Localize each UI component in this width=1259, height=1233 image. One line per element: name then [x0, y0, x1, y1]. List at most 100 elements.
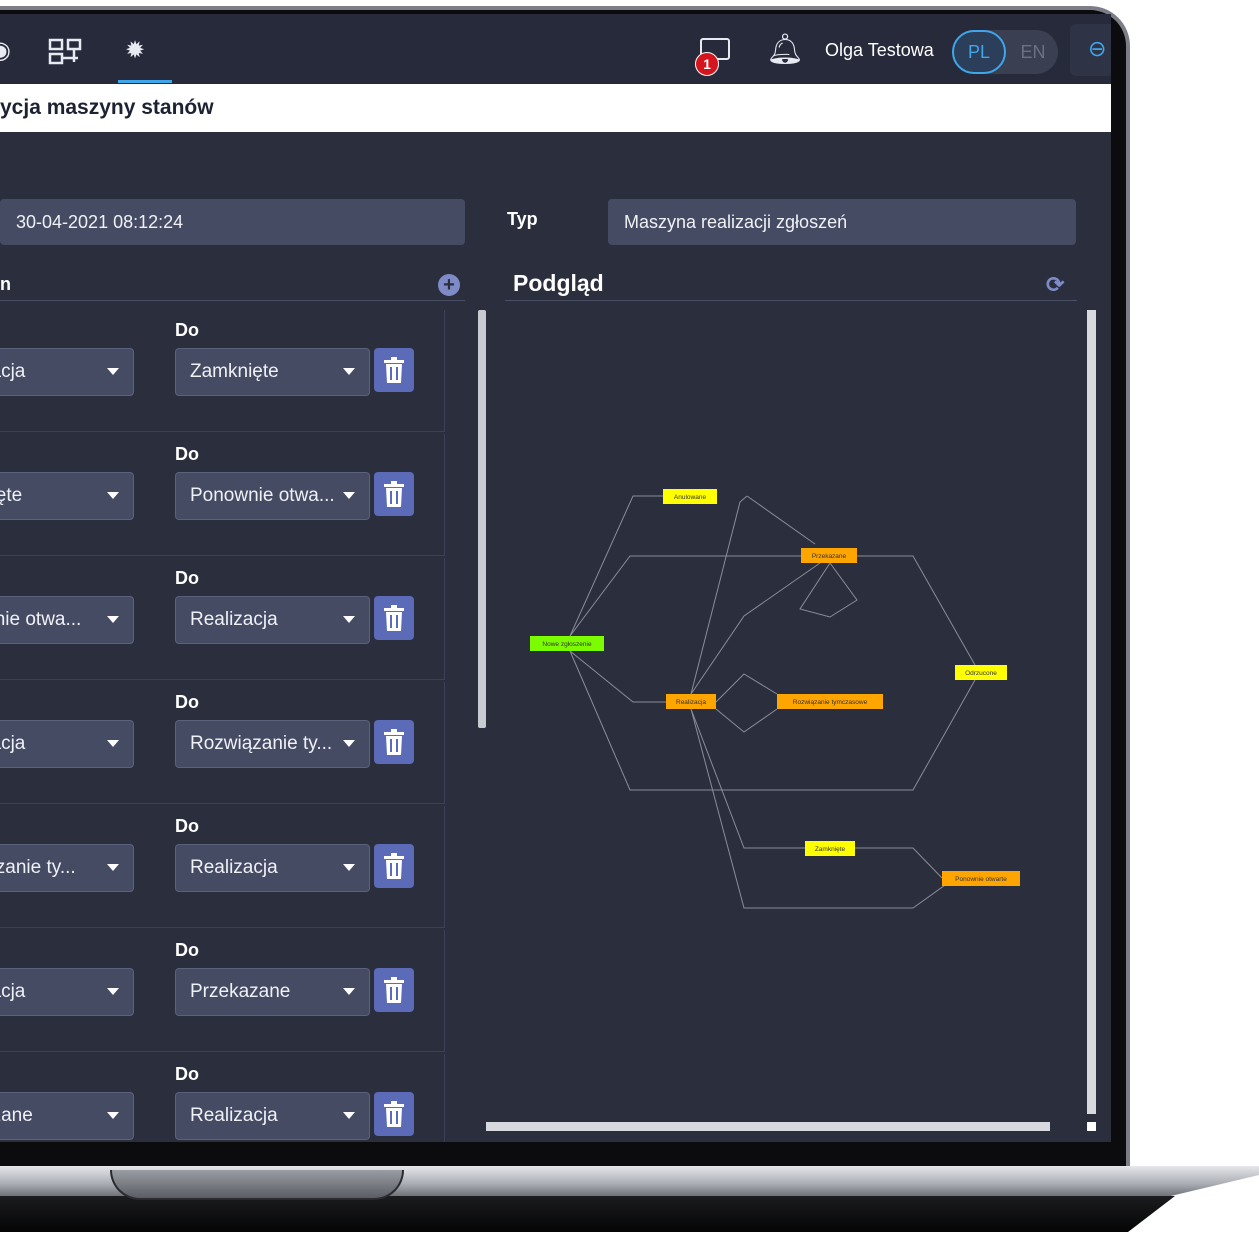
- diagram-edge: [715, 673, 778, 703]
- diagram-node-realizacja: Realizacja: [666, 694, 716, 709]
- diagram-node-ponownie: Ponownie otwarte: [942, 871, 1020, 886]
- diagram-edge: [857, 555, 976, 666]
- nav-active-indicator: [118, 80, 172, 83]
- preview-title: Podgląd: [513, 270, 604, 296]
- to-state-value: Realizacja: [190, 1105, 278, 1126]
- diagram-node-label: Anulowane: [674, 494, 707, 501]
- logout-button[interactable]: ⊖: [1070, 24, 1111, 76]
- from-state-select[interactable]: iązanie ty...: [0, 844, 134, 892]
- to-label: Do: [175, 1064, 199, 1084]
- from-state-select[interactable]: zacja: [0, 720, 134, 768]
- chevron-down-icon: [107, 492, 119, 499]
- diagram-node-label: Przekazane: [812, 553, 847, 560]
- to-state-value: Przekazane: [190, 981, 291, 1002]
- to-state-select[interactable]: Rozwiązanie ty...: [175, 720, 370, 768]
- to-state-value: Ponownie otwa...: [190, 485, 335, 506]
- app-screen: ◉ ✹ 1 🔔︎ Olga Testowa PL EN ⊖ ycja maszy…: [0, 14, 1111, 1142]
- diagram-edge: [690, 708, 805, 849]
- to-state-select[interactable]: Ponownie otwa...: [175, 472, 370, 520]
- diagram-edge: [690, 562, 821, 695]
- preview-horizontal-scrollbar[interactable]: [486, 1122, 1050, 1131]
- from-state-value: wnie otwa...: [0, 609, 82, 630]
- diagram-node-label: Odrzucone: [965, 670, 997, 677]
- title-bar: ycja maszyny stanów: [0, 84, 1111, 132]
- type-field[interactable]: Maszyna realizacji zgłoszeń: [608, 199, 1076, 245]
- diagram-node-nowe: Nowe zgłoszenie: [530, 636, 604, 651]
- chevron-down-icon: [343, 616, 355, 623]
- lang-pl[interactable]: PL: [952, 30, 1006, 74]
- gear-icon[interactable]: ✹: [125, 38, 145, 64]
- preview-vertical-scrollbar[interactable]: [1087, 310, 1096, 1114]
- diagram-node-label: Zamknięte: [815, 846, 846, 853]
- chevron-down-icon: [107, 864, 119, 871]
- diagram-edge: [569, 495, 663, 637]
- diagram-edge: [690, 495, 748, 695]
- preview-divider: [505, 300, 1077, 301]
- to-state-select[interactable]: Przekazane: [175, 968, 370, 1016]
- bell-icon[interactable]: 🔔︎: [766, 32, 804, 67]
- to-state-value: Realizacja: [190, 857, 278, 878]
- delete-button[interactable]: [374, 596, 414, 640]
- delete-button[interactable]: [374, 348, 414, 392]
- transition-row: Do azane Realizacja: [0, 1054, 445, 1142]
- diagram-node-label: Realizacja: [676, 699, 706, 706]
- diagram-node-przekazane: Przekazane: [801, 548, 857, 563]
- diagram-edge: [746, 495, 816, 545]
- chevron-down-icon: [343, 368, 355, 375]
- refresh-icon[interactable]: ⟳: [1046, 272, 1064, 298]
- to-state-select[interactable]: Zamknięte: [175, 348, 370, 396]
- delete-button[interactable]: [374, 1092, 414, 1136]
- from-state-select[interactable]: zacja: [0, 348, 134, 396]
- from-state-value: zacja: [0, 981, 26, 1002]
- diagram-edge: [855, 847, 943, 879]
- chevron-down-icon: [343, 492, 355, 499]
- diagram-node-zamkniete: Zamknięte: [805, 841, 855, 856]
- laptop-base: [0, 1166, 1259, 1233]
- from-state-value: zacja: [0, 361, 26, 382]
- from-state-select[interactable]: zacja: [0, 968, 134, 1016]
- home-icon[interactable]: ◉: [0, 38, 11, 64]
- from-state-select[interactable]: nięte: [0, 472, 134, 520]
- diagram-node-odrzucone: Odrzucone: [955, 665, 1007, 680]
- to-state-select[interactable]: Realizacja: [175, 844, 370, 892]
- to-label: Do: [175, 320, 199, 340]
- diagram-edge: [569, 555, 801, 637]
- notification-badge: 1: [695, 52, 719, 76]
- user-name[interactable]: Olga Testowa: [825, 40, 934, 61]
- delete-button[interactable]: [374, 968, 414, 1012]
- diagram-node-label: Rozwiązanie tymczasowe: [793, 699, 868, 706]
- to-state-select[interactable]: Realizacja: [175, 596, 370, 644]
- list-scrollbar[interactable]: [478, 310, 486, 728]
- from-state-value: azane: [0, 1105, 33, 1126]
- chevron-down-icon: [343, 864, 355, 871]
- date-field[interactable]: 30-04-2021 08:12:24: [0, 199, 465, 245]
- page-title: ycja maszyny stanów: [0, 96, 214, 119]
- transition-row: Do iązanie ty... Realizacja: [0, 806, 445, 928]
- to-label: Do: [175, 568, 199, 588]
- transition-row: Do wnie otwa... Realizacja: [0, 558, 445, 680]
- from-state-value: iązanie ty...: [0, 857, 76, 878]
- add-transition-button[interactable]: +: [438, 274, 460, 296]
- delete-button[interactable]: [374, 472, 414, 516]
- transitions-section-label: n: [0, 274, 11, 294]
- from-state-value: zacja: [0, 733, 26, 754]
- to-state-select[interactable]: Realizacja: [175, 1092, 370, 1140]
- diagram-edge: [569, 650, 666, 703]
- to-state-value: Realizacja: [190, 609, 278, 630]
- from-state-select[interactable]: wnie otwa...: [0, 596, 134, 644]
- delete-button[interactable]: [374, 720, 414, 764]
- scroll-corner: [1087, 1122, 1096, 1131]
- delete-button[interactable]: [374, 844, 414, 888]
- to-label: Do: [175, 444, 199, 464]
- diagram-icon[interactable]: [48, 38, 84, 72]
- from-state-select[interactable]: azane: [0, 1092, 134, 1140]
- diagram-node-rozwiazanie: Rozwiązanie tymczasowe: [777, 694, 883, 709]
- language-switch[interactable]: PL EN: [952, 30, 1058, 74]
- chevron-down-icon: [107, 368, 119, 375]
- chevron-down-icon: [343, 988, 355, 995]
- top-bar: ◉ ✹ 1 🔔︎ Olga Testowa PL EN ⊖: [0, 14, 1111, 84]
- diagram-edge: [715, 708, 778, 733]
- logout-icon: ⊖: [1088, 36, 1107, 61]
- transition-row: Do zacja Rozwiązanie ty...: [0, 682, 445, 804]
- lang-en[interactable]: EN: [1012, 30, 1054, 74]
